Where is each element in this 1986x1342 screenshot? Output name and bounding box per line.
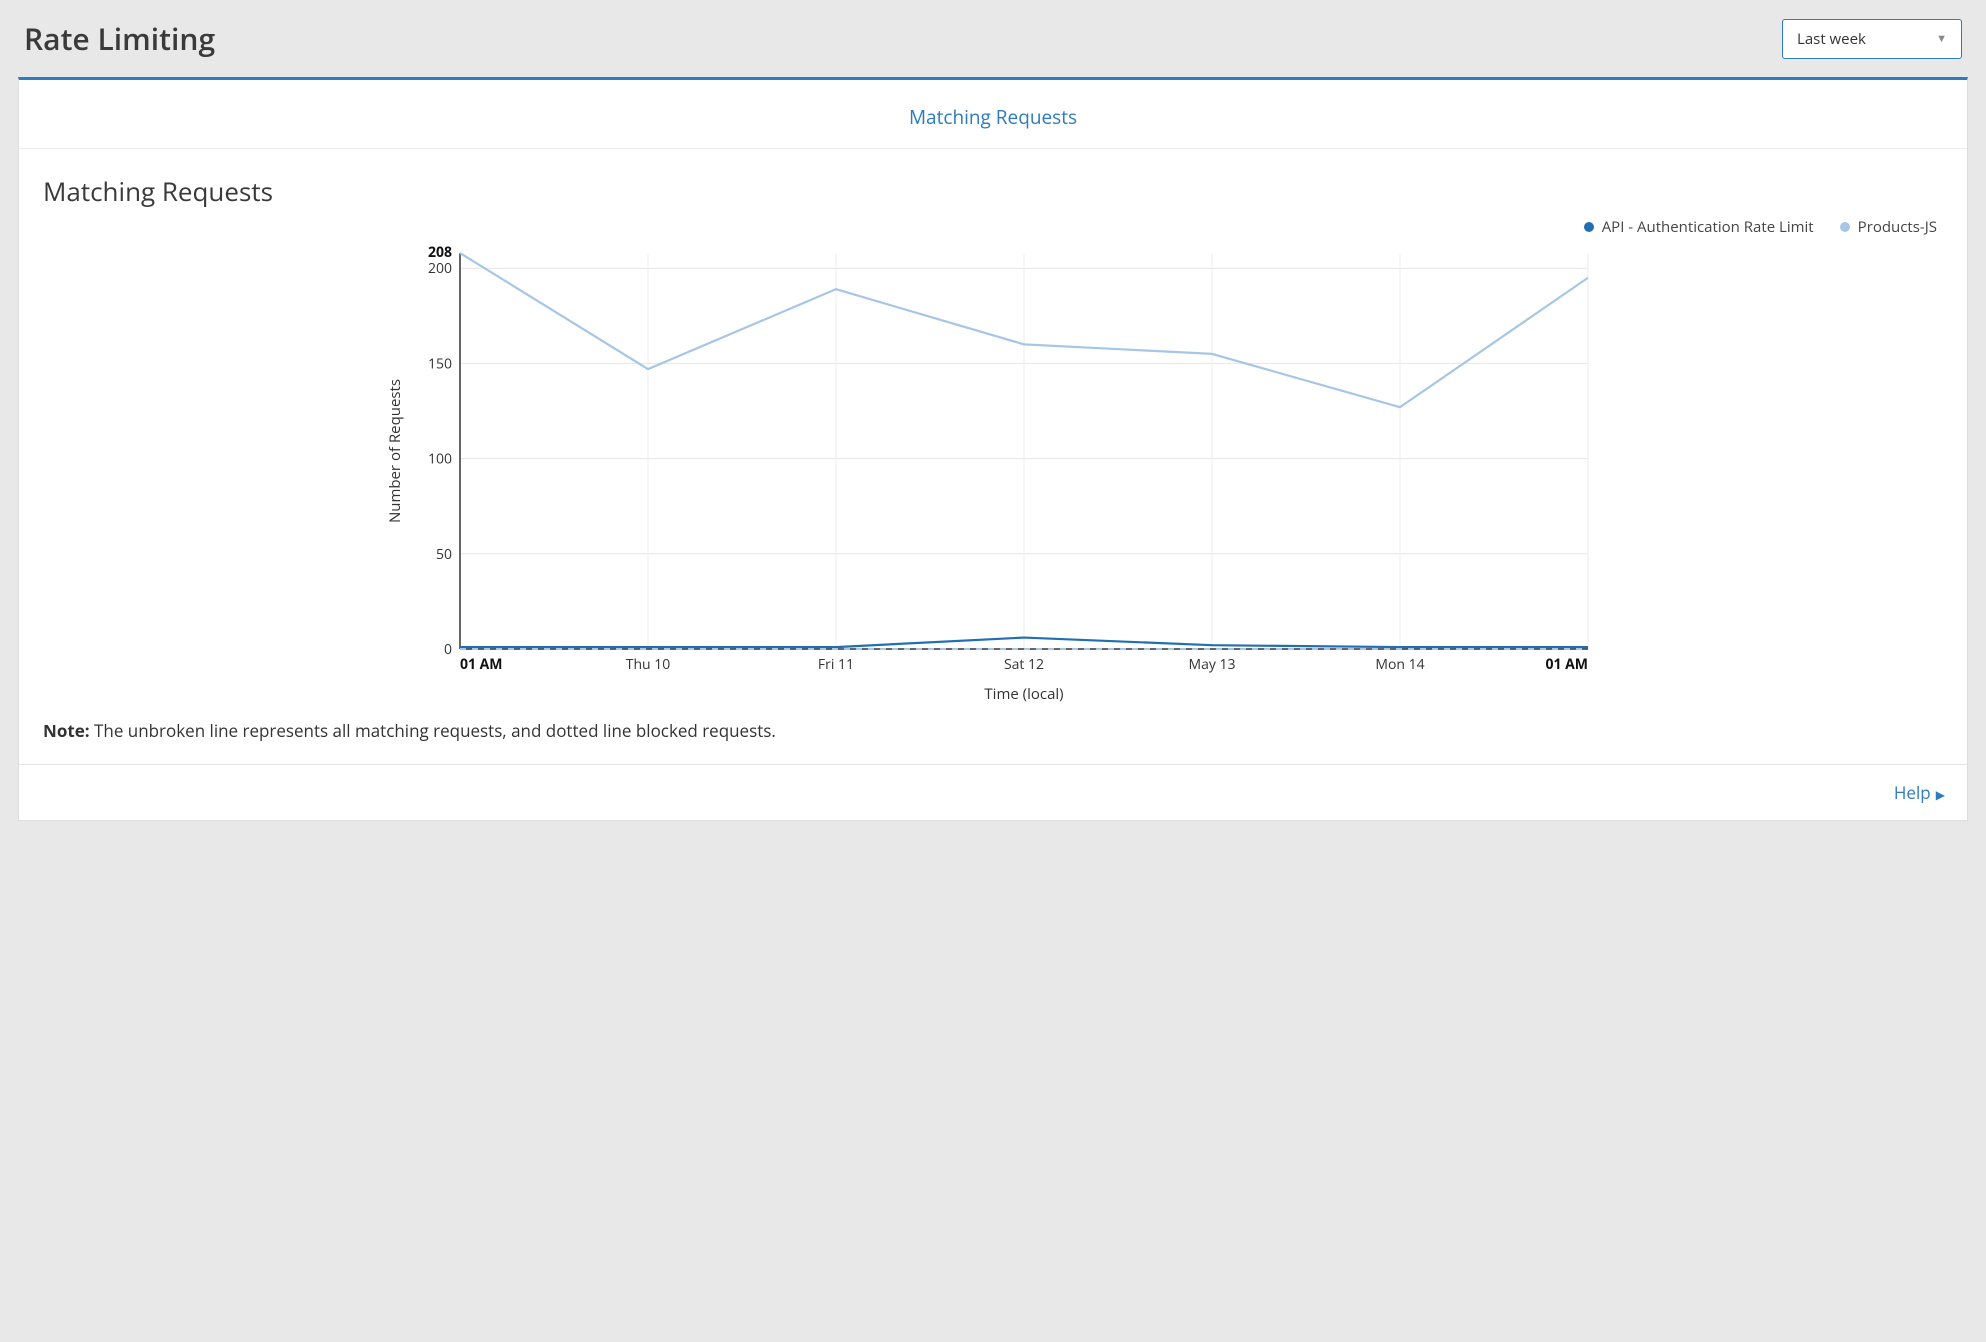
svg-text:200: 200: [428, 259, 452, 278]
svg-text:0: 0: [444, 640, 452, 659]
legend-dot-products: [1840, 222, 1850, 232]
note-prefix: Note:: [43, 719, 90, 742]
svg-text:May 13: May 13: [1188, 655, 1235, 674]
svg-text:Sat 12: Sat 12: [1004, 655, 1044, 674]
chart-area: Matching Requests API - Authentication R…: [19, 149, 1967, 719]
svg-text:01 AM: 01 AM: [1545, 655, 1588, 674]
svg-text:Mon 14: Mon 14: [1375, 655, 1424, 674]
timerange-value: Last week: [1797, 29, 1866, 49]
svg-text:100: 100: [428, 450, 452, 469]
legend-item-api[interactable]: API - Authentication Rate Limit: [1584, 217, 1814, 237]
svg-text:01 AM: 01 AM: [460, 655, 503, 674]
svg-text:Time (local): Time (local): [984, 684, 1063, 704]
svg-text:Number of Requests: Number of Requests: [385, 379, 405, 523]
svg-text:150: 150: [428, 354, 452, 373]
header-row: Rate Limiting Last week ▼: [18, 18, 1968, 59]
svg-text:50: 50: [436, 545, 452, 564]
note-text: The unbroken line represents all matchin…: [90, 719, 776, 742]
chevron-down-icon: ▼: [1936, 31, 1947, 46]
main-panel: Matching Requests Matching Requests API …: [18, 77, 1968, 821]
help-row: Help ▶: [19, 764, 1967, 820]
help-label: Help: [1894, 781, 1931, 804]
legend-dot-api: [1584, 222, 1594, 232]
tab-matching-requests[interactable]: Matching Requests: [909, 104, 1077, 130]
chart-note: Note: The unbroken line represents all m…: [19, 719, 1967, 764]
svg-text:Thu 10: Thu 10: [626, 655, 671, 674]
chart-title: Matching Requests: [43, 173, 1943, 209]
legend-item-products[interactable]: Products-JS: [1840, 217, 1937, 237]
legend-label-products: Products-JS: [1858, 217, 1937, 237]
line-chart: 0 50 100 150 200208 01 AM Thu 10 Fri 11 Sat 12 Ma…: [378, 243, 1608, 713]
caret-right-icon: ▶: [1933, 786, 1945, 803]
svg-text:Fri 11: Fri 11: [818, 655, 854, 674]
legend-label-api: API - Authentication Rate Limit: [1602, 217, 1814, 237]
svg-text:208: 208: [428, 243, 452, 262]
chart-legend: API - Authentication Rate Limit Products…: [43, 217, 1943, 237]
page-title: Rate Limiting: [24, 18, 215, 59]
help-link[interactable]: Help ▶: [1894, 781, 1945, 804]
timerange-dropdown[interactable]: Last week ▼: [1782, 19, 1962, 59]
tab-row: Matching Requests: [19, 80, 1967, 149]
